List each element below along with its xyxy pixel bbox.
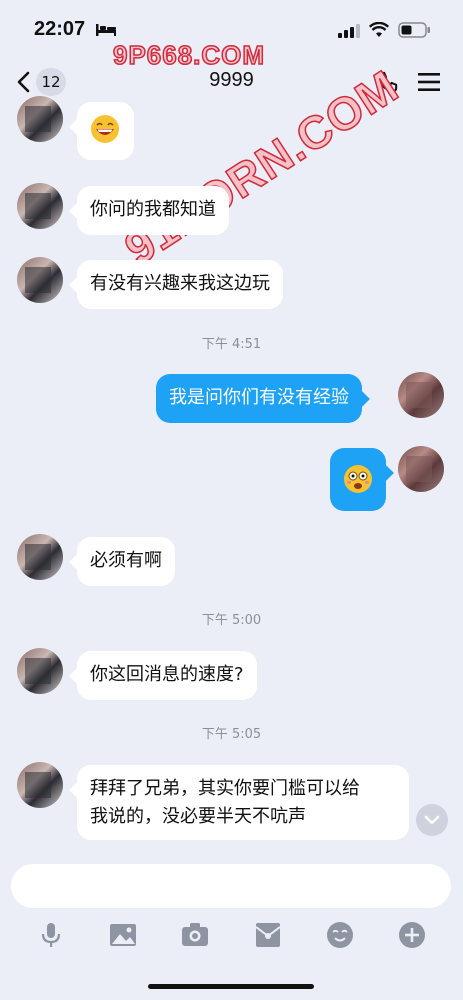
message-bubble[interactable]: 你这回消息的速度?: [69, 651, 257, 700]
image-icon[interactable]: [108, 920, 138, 950]
camera-icon[interactable]: [180, 920, 210, 950]
chevron-down-icon: [424, 815, 440, 825]
message-bubble[interactable]: 必须有啊: [69, 537, 175, 586]
message-text-line: 我说的，没必要半天不吭声: [90, 806, 306, 827]
bed-icon: [96, 24, 116, 36]
home-indicator: [148, 984, 314, 989]
avatar[interactable]: [17, 96, 63, 142]
microphone-icon[interactable]: [36, 920, 66, 950]
message-text: 有没有兴趣来我这边玩: [90, 273, 270, 294]
avatar[interactable]: [17, 648, 63, 694]
input-toolbar: [0, 910, 463, 960]
timestamp: 下午 4:51: [201, 337, 262, 352]
menu-icon[interactable]: [418, 72, 440, 92]
astonished-face-icon: [344, 465, 372, 493]
plus-icon[interactable]: [397, 920, 427, 950]
message-text-line: 拜拜了兄弟，其实你要门槛可以给: [90, 778, 360, 799]
avatar[interactable]: [17, 534, 63, 580]
battery-icon: [398, 22, 430, 38]
message-text: 你这回消息的速度?: [90, 664, 244, 685]
emoji-icon[interactable]: [325, 920, 355, 950]
message-input[interactable]: [11, 864, 451, 908]
message-bubble[interactable]: 你问的我都知道: [69, 186, 229, 235]
wifi-icon: [369, 22, 389, 37]
red-packet-icon[interactable]: [253, 920, 283, 950]
signal-icon: [338, 24, 360, 38]
message-text: 我是问你们有没有经验: [169, 387, 349, 408]
message-bubble[interactable]: 有没有兴趣来我这边玩: [69, 260, 283, 309]
message-text: 必须有啊: [90, 550, 162, 571]
avatar[interactable]: [17, 183, 63, 229]
scroll-to-bottom-button[interactable]: [416, 804, 448, 836]
message-bubble[interactable]: 我是问你们有没有经验: [156, 374, 370, 423]
message-bubble[interactable]: 拜拜了兄弟，其实你要门槛可以给 我说的，没必要半天不吭声: [69, 765, 409, 840]
message-text: 你问的我都知道: [90, 199, 216, 220]
message-bubble[interactable]: [330, 448, 394, 511]
avatar[interactable]: [398, 446, 444, 492]
timestamp: 下午 5:00: [201, 613, 262, 628]
avatar[interactable]: [17, 257, 63, 303]
avatar[interactable]: [398, 372, 444, 418]
message-bubble[interactable]: [69, 102, 134, 160]
grinning-face-icon: [91, 115, 119, 143]
status-time: 22:07: [34, 18, 86, 40]
watermark-logo: 9P668.COM: [112, 39, 266, 71]
avatar[interactable]: [17, 762, 63, 808]
timestamp: 下午 5:05: [201, 727, 262, 742]
